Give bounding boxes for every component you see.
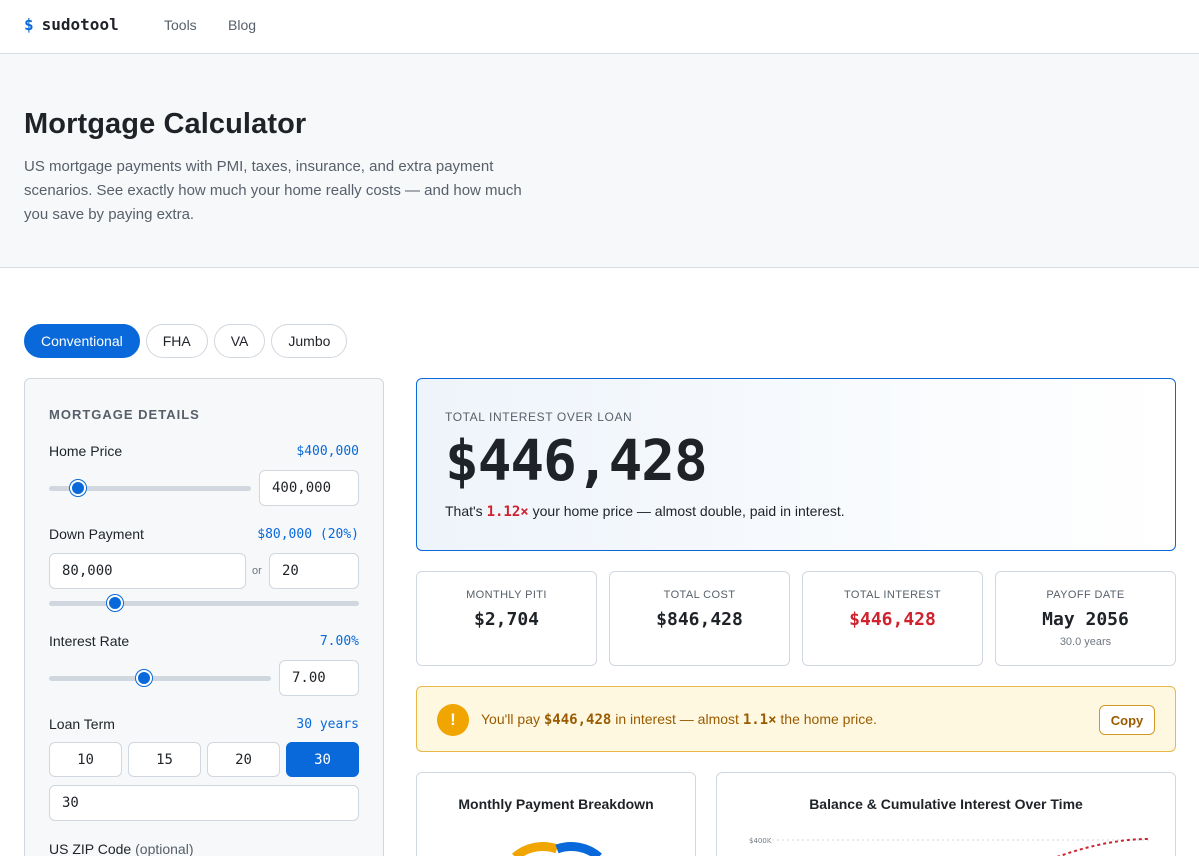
term-option-15[interactable]: 15 [128,742,201,777]
mortgage-details-panel: MORTGAGE DETAILS Home Price $400,000 400… [24,378,384,856]
stat-sub: 30.0 years [1059,636,1112,648]
total-interest-summary: That's 1.12× your home price — almost do… [445,503,845,520]
zip-label: US ZIP Code (optional) [49,841,194,856]
total-interest-card: TOTAL INTEREST OVER LOAN $446,428 That's… [416,378,1176,551]
down-payment-slider-thumb[interactable] [107,595,123,611]
warning-message: You'll pay $446,428 in interest — almost… [481,711,877,728]
loan-type-tabs: Conventional FHA VA Jumbo [24,324,348,358]
stat-total-cost: TOTAL COST $846,428 [609,571,790,666]
home-price-input[interactable]: 400,000 [259,470,359,506]
term-option-20[interactable]: 20 [207,742,280,777]
stat-value: $446,428 [849,609,936,630]
stat-monthly-piti: MONTHLY PITI $2,704 [416,571,597,666]
home-price-slider-thumb[interactable] [70,480,86,496]
total-interest-label: TOTAL INTEREST OVER LOAN [445,410,633,424]
total-interest-value: $446,428 [445,429,708,494]
tab-conventional[interactable]: Conventional [24,324,140,358]
warning-amount: $446,428 [543,712,612,728]
panel-title: MORTGAGE DETAILS [49,407,200,422]
term-option-10[interactable]: 10 [49,742,122,777]
donut-segment-blue [555,842,602,856]
tab-fha[interactable]: FHA [145,324,208,358]
stat-label: PAYOFF DATE [1046,589,1125,601]
home-price-value: $400,000 [296,444,359,459]
stat-label: MONTHLY PITI [466,589,547,601]
interest-rate-input[interactable]: 7.00 [279,660,359,696]
loan-term-label: Loan Term [49,716,115,732]
hero-section: Mortgage Calculator US mortgage payments… [0,54,1199,268]
stat-label: TOTAL COST [663,589,736,601]
summary-prefix: That's [445,503,487,519]
page-description: US mortgage payments with PMI, taxes, in… [24,158,522,223]
nav-link-tools[interactable]: Tools [164,17,197,33]
balance-chart-card: Balance & Cumulative Interest Over Time … [716,772,1176,856]
balance-chart: $400K [749,837,1150,856]
tab-jumbo[interactable]: Jumbo [271,324,348,358]
zip-optional-hint: (optional) [135,841,194,856]
payment-breakdown-donut [512,842,602,856]
home-price-slider[interactable] [49,480,251,496]
brand-symbol: $ [24,15,34,34]
down-payment-value: $80,000 (20%) [257,527,359,542]
warning-suffix: the home price. [776,711,877,727]
donut-segment-orange [512,842,559,856]
stat-label: TOTAL INTEREST [843,589,942,601]
brand-logo[interactable]: $ sudotool [24,15,119,34]
summary-suffix: your home price — almost double, paid in… [528,503,845,519]
interest-rate-slider-thumb[interactable] [136,670,152,686]
down-payment-input[interactable]: 80,000 [49,553,246,589]
payment-breakdown-card: Monthly Payment Breakdown [416,772,696,856]
loan-term-value: 30 years [296,717,359,732]
warning-middle: in interest — almost [611,711,743,727]
page-title: Mortgage Calculator [24,108,307,140]
exclamation-icon: ! [437,704,469,736]
warning-multiplier: 1.1× [742,712,777,728]
loan-term-input[interactable]: 30 [49,785,359,821]
interest-rate-value: 7.00% [319,634,359,649]
down-payment-slider[interactable] [49,595,359,611]
tab-va[interactable]: VA [213,324,266,358]
stat-value: May 2056 [1042,609,1129,630]
down-payment-percent-input[interactable]: 20 [269,553,359,589]
or-separator: or [252,565,262,577]
interest-rate-slider[interactable] [49,670,271,686]
interest-rate-label: Interest Rate [49,633,130,649]
term-option-30[interactable]: 30 [286,742,359,777]
copy-button[interactable]: Copy [1099,705,1155,735]
warning-prefix: You'll pay [481,711,544,727]
cumulative-interest-line [1056,838,1150,856]
summary-multiplier: 1.12× [486,504,529,520]
stat-total-interest: TOTAL INTEREST $446,428 [802,571,983,666]
down-payment-label: Down Payment [49,526,144,542]
stat-payoff-date: PAYOFF DATE May 2056 30.0 years [995,571,1176,666]
stat-value: $846,428 [656,609,743,630]
interest-warning-banner: ! You'll pay $446,428 in interest — almo… [416,686,1176,752]
axis-tick-label: $400K [749,837,772,845]
stat-value: $2,704 [473,609,540,630]
zip-label-text: US ZIP Code [49,841,132,856]
home-price-label: Home Price [49,443,123,459]
nav-link-blog[interactable]: Blog [228,17,256,33]
top-nav: $ sudotool Tools Blog [0,0,1199,54]
brand-name: sudotool [41,15,119,34]
